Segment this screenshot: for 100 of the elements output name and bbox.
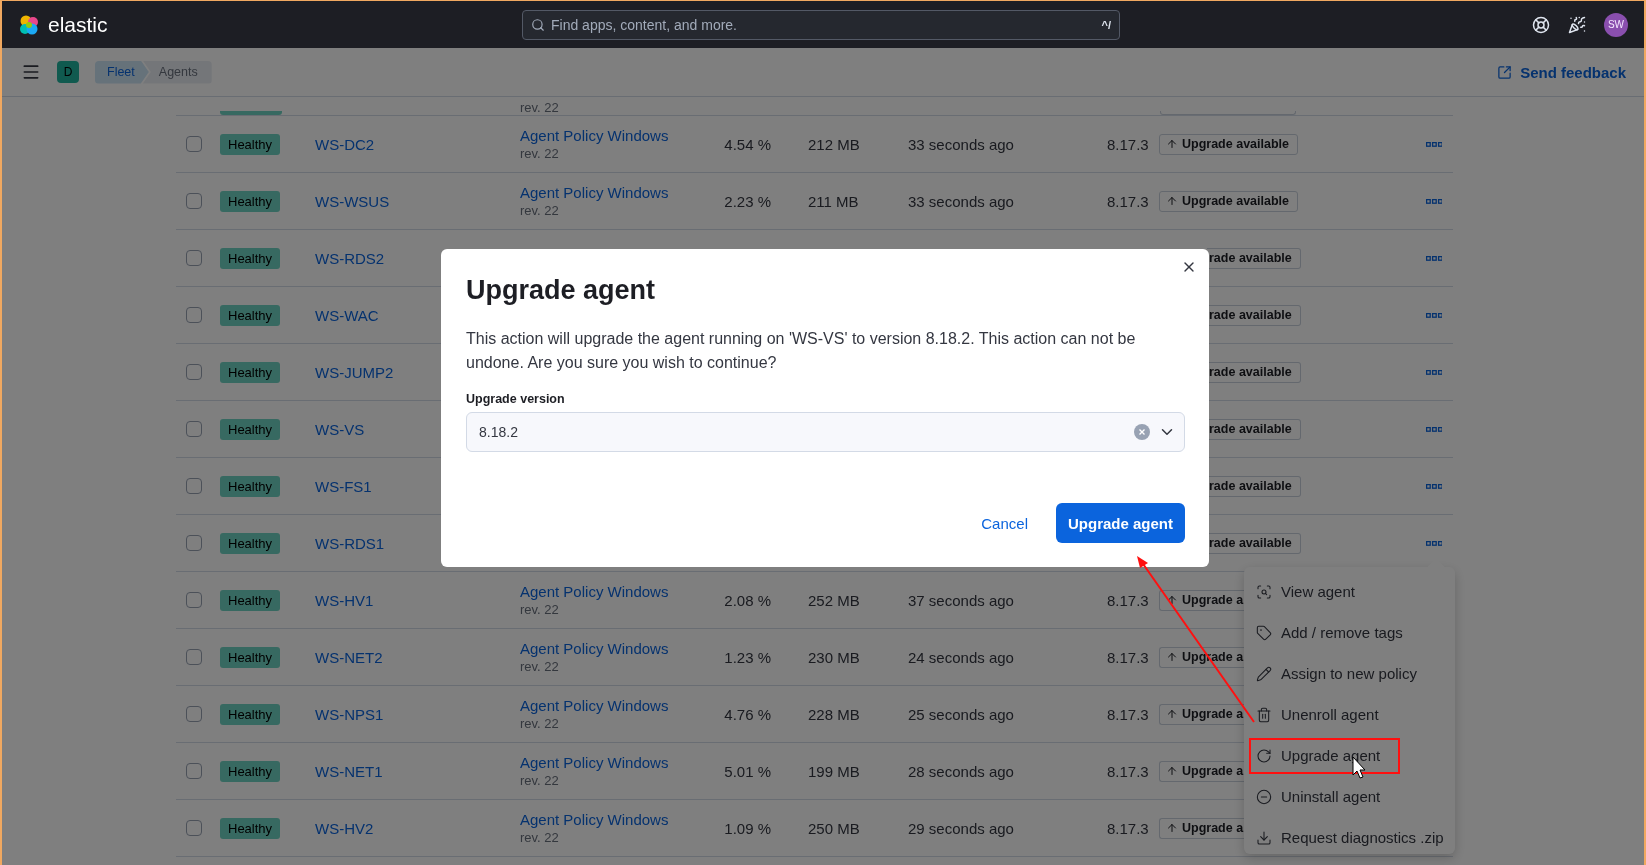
agent-name-link[interactable]: WS-RDS2 [315,249,385,267]
agent-name-link[interactable]: WS-VS [315,420,365,438]
help-icon[interactable] [1532,15,1550,34]
field-label: Upgrade version [466,392,566,406]
policy-link[interactable]: Agent Policy Windows [520,184,669,201]
agent-name-link[interactable]: WS-WSUS [315,192,390,210]
policy-revision: rev. 22 [520,100,559,115]
view-icon [1256,583,1272,600]
menu-item[interactable]: Unenroll agent [1244,694,1455,735]
more-actions-icon[interactable] [1426,141,1442,147]
cancel-button[interactable]: Cancel [969,504,1040,542]
policy-revision: rev. 22 [520,773,560,788]
minus-circle-icon [1256,788,1272,805]
memory-value: 199 MB [808,762,860,780]
menu-item[interactable]: Add / remove tags [1244,612,1455,653]
row-checkbox[interactable] [186,250,202,266]
row-checkbox[interactable] [186,307,202,323]
status-badge: Healthy [220,817,281,839]
status-badge: Healthy [220,760,281,782]
status-badge: Healthy [220,133,281,155]
send-feedback-link[interactable]: Send feedback [1497,63,1626,81]
policy-link[interactable]: Agent Policy Windows [520,811,669,828]
agent-version: 8.17.3 [1107,135,1149,153]
more-actions-icon[interactable] [1426,540,1442,546]
agent-name-link[interactable]: WS-NPS1 [315,705,384,723]
more-actions-icon[interactable] [1426,198,1442,204]
policy-link[interactable]: Agent Policy Windows [520,697,669,714]
row-checkbox[interactable] [186,763,202,779]
agent-name-link[interactable]: WS-HV1 [315,591,374,609]
policy-revision: rev. 22 [520,203,560,218]
menu-item[interactable]: View agent [1244,571,1455,612]
upgrade-available-badge[interactable]: Upgrade available [1159,133,1298,155]
policy-link[interactable]: Agent Policy Windows [520,640,669,657]
menu-item[interactable]: Uninstall agent [1244,776,1455,817]
status-badge: Healthy [220,247,281,269]
logo-icon[interactable] [18,13,40,36]
status-badge [220,111,282,115]
arrow-up-icon [1166,765,1178,777]
status-badge: Healthy [220,304,281,326]
memory-value: 252 MB [808,591,860,609]
last-activity: 25 seconds ago [908,705,1014,723]
agent-version: 8.17.3 [1107,819,1149,837]
upgrade-agent-button[interactable]: Upgrade agent [1056,503,1185,543]
status-badge: Healthy [220,589,281,611]
cpu-value: 2.08 % [724,591,771,609]
breadcrumb[interactable]: Agents [142,60,212,84]
agent-name-link[interactable]: WS-JUMP2 [315,363,394,381]
upgrade-available-badge[interactable]: Upgrade a [1159,817,1245,839]
agent-version: 8.17.3 [1107,192,1149,210]
memory-value: 230 MB [808,648,860,666]
row-checkbox[interactable] [186,535,202,551]
row-checkbox[interactable] [186,421,202,437]
more-actions-icon[interactable] [1426,483,1442,489]
policy-link[interactable]: Agent Policy Windows [520,583,669,600]
status-badge: Healthy [220,646,281,668]
row-checkbox[interactable] [186,136,202,152]
search-field[interactable]: Find apps, content, and more. ^/ [522,9,1120,40]
policy-link[interactable]: Agent Policy Windows [520,127,669,144]
arrow-up-icon [1166,594,1178,606]
row-checkbox[interactable] [186,820,202,836]
download-icon [1256,829,1272,846]
agent-name-link[interactable]: WS-DC2 [315,135,375,153]
row-checkbox[interactable] [186,706,202,722]
upgrade-available-badge[interactable]: Upgrade a [1159,760,1245,782]
clear-icon[interactable] [1134,424,1150,440]
row-checkbox[interactable] [186,478,202,494]
policy-link[interactable]: Agent Policy Windows [520,754,669,771]
last-activity: 24 seconds ago [908,648,1014,666]
user-avatar[interactable]: SW [1604,12,1628,37]
menu-icon[interactable] [21,62,41,82]
row-checkbox[interactable] [186,649,202,665]
agent-name-link[interactable]: WS-RDS1 [315,534,385,552]
more-actions-icon[interactable] [1426,255,1442,261]
search-icon [531,17,545,32]
agent-name-link[interactable]: WS-NET1 [315,762,383,780]
agent-name-link[interactable]: WS-FS1 [315,477,372,495]
row-checkbox[interactable] [186,193,202,209]
menu-item[interactable]: Assign to new policy [1244,653,1455,694]
agent-name-link[interactable]: WS-HV2 [315,819,374,837]
version-select[interactable]: 8.18.2 [466,412,1185,452]
party-popper-icon[interactable] [1568,15,1586,34]
more-actions-icon[interactable] [1426,426,1442,432]
more-actions-icon[interactable] [1426,369,1442,375]
last-activity: 29 seconds ago [908,819,1014,837]
space-avatar[interactable]: D [57,61,79,83]
row-checkbox[interactable] [186,592,202,608]
policy-revision: rev. 22 [520,830,560,845]
status-badge: Healthy [220,361,281,383]
policy-revision: rev. 22 [520,659,560,674]
more-actions-icon[interactable] [1426,312,1442,318]
status-badge: Healthy [220,532,281,554]
agent-name-link[interactable]: WS-NET2 [315,648,383,666]
upgrade-available-badge[interactable]: Upgrade a [1159,703,1245,725]
menu-item[interactable]: Request diagnostics .zip [1244,817,1455,858]
upgrade-available-badge[interactable]: Upgrade a [1159,589,1245,611]
agent-name-link[interactable]: WS-WAC [315,306,379,324]
row-checkbox[interactable] [186,364,202,380]
upgrade-available-badge[interactable]: Upgrade available [1159,190,1298,212]
cpu-value: 2.23 % [724,192,771,210]
external-link-icon [1497,64,1513,80]
